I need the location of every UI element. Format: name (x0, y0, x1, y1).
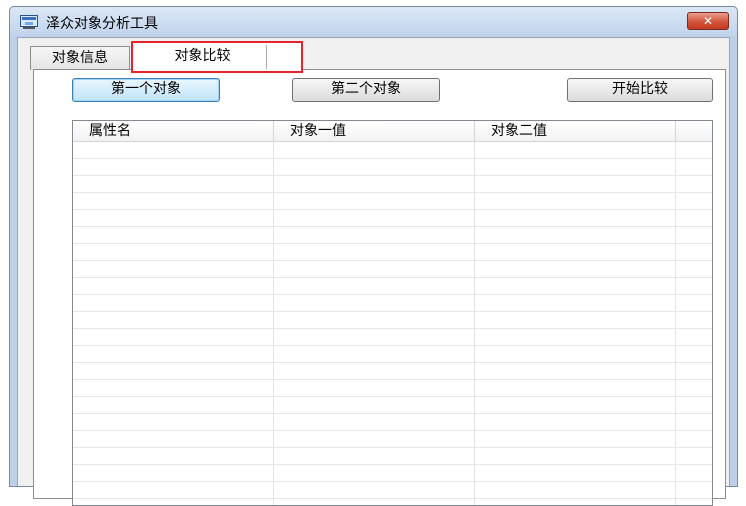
first-object-button[interactable]: 第一个对象 (72, 78, 220, 102)
column-header-property-name[interactable]: 属性名 (73, 121, 274, 142)
tab-object-info-label: 对象信息 (52, 50, 108, 66)
app-window-icon (20, 15, 38, 29)
client-area: 对象信息 对象比较 第一个对象 第二个对象 开始比较 属性名 对象一值 对象二值 (17, 37, 730, 506)
title-bar[interactable]: 泽众对象分析工具 ✕ (10, 7, 737, 37)
close-button[interactable]: ✕ (687, 12, 729, 30)
app-window: 泽众对象分析工具 ✕ 对象信息 对象比较 第一个对象 第二个对象 开始比较 属性… (9, 6, 738, 506)
column-header-object-two-value[interactable]: 对象二值 (475, 121, 676, 142)
comparison-table[interactable]: 属性名 对象一值 对象二值 (72, 120, 713, 506)
column-header-filler (676, 121, 712, 142)
window-title: 泽众对象分析工具 (46, 16, 158, 32)
second-object-button[interactable]: 第二个对象 (292, 78, 440, 102)
column-header-object-one-value[interactable]: 对象一值 (274, 121, 475, 142)
compare-panel: 第一个对象 第二个对象 开始比较 属性名 对象一值 对象二值 (33, 69, 726, 506)
column-divider (675, 142, 676, 505)
start-compare-button[interactable]: 开始比较 (567, 78, 713, 102)
tab-object-compare[interactable]: 对象比较 (131, 41, 303, 73)
close-icon: ✕ (702, 14, 714, 28)
tab-object-info[interactable]: 对象信息 (30, 46, 130, 70)
column-divider (474, 142, 475, 505)
tab-object-compare-label: 对象比较 (139, 45, 267, 69)
column-divider (273, 142, 274, 505)
table-body[interactable] (73, 142, 712, 505)
